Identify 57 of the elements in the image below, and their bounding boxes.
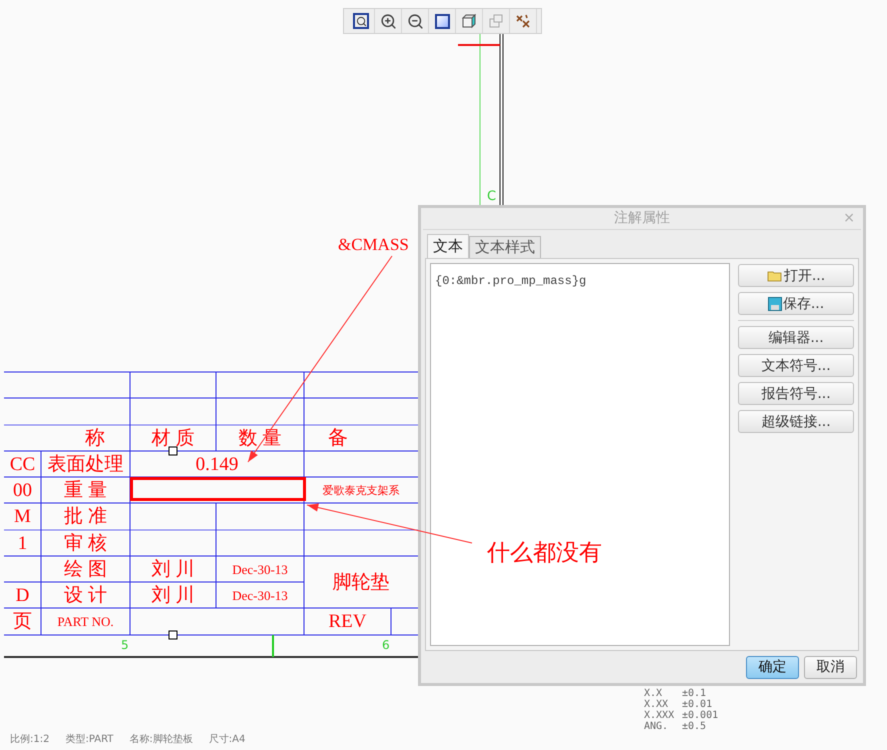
table-cell-text: 0.149 — [196, 454, 238, 474]
sheet-info-text: 尺寸:A4 — [208, 735, 246, 745]
selection-handle[interactable] — [168, 446, 178, 456]
tab[interactable]: 文本样式 — [469, 236, 541, 258]
tolerance-format: ANG. — [644, 721, 670, 732]
table-cell-text: 刘 川 — [152, 560, 194, 578]
table-cell-text: Dec-30-13 — [232, 562, 288, 576]
zone-label: 6 — [382, 639, 390, 651]
table-cell-text: CC — [10, 454, 36, 474]
folder-icon — [766, 269, 783, 282]
side-button[interactable]: 报告符号... — [738, 382, 854, 405]
dialog-button[interactable]: 取消 — [804, 656, 857, 678]
table-cell-text: 00 — [13, 480, 32, 500]
tolerance-format: X.XX — [644, 699, 670, 710]
table-cell-text: 重 量 — [64, 480, 107, 500]
sheet-info-text: 名称:脚轮垫板 — [129, 735, 193, 745]
table-cell-text: 材 质 — [152, 428, 194, 448]
table-cell-text: 数 量 — [238, 428, 282, 448]
table-cell-text: 爱歌泰克支架系 — [322, 484, 400, 496]
side-button[interactable]: 打开... — [738, 264, 854, 287]
table-cell-text: PART NO. — [57, 614, 114, 628]
dialog-title: 注解属性 — [614, 209, 670, 228]
table-cell-text: 刘 川 — [152, 586, 194, 604]
side-button[interactable]: 保存... — [738, 292, 854, 315]
tolerance-format: X.XXX — [644, 710, 676, 721]
zone-label: 5 — [121, 639, 129, 651]
tolerance-value: ±0.001 — [682, 710, 718, 721]
annotation-text: 什么都没有 — [487, 542, 602, 565]
annotation-text: &CMASS — [338, 236, 409, 253]
selection-handle[interactable] — [168, 630, 178, 640]
table-cell-text: REV — [328, 612, 366, 630]
tab[interactable]: 文本 — [427, 234, 469, 258]
table-cell-text: 审 核 — [64, 534, 107, 552]
text-area-value: {0:&mbr.pro_mp_mass}g — [435, 274, 586, 288]
table-cell-text: 设 计 — [64, 586, 107, 604]
table-cell-text: Dec-30-13 — [232, 588, 288, 602]
axis-label: C — [487, 190, 496, 203]
side-button[interactable]: 编辑器... — [738, 326, 854, 349]
tolerance-format: X.X — [644, 688, 664, 699]
table-cell-text: 批 准 — [64, 506, 107, 526]
table-cell-text: 1 — [18, 534, 28, 552]
table-cell-text: 绘 图 — [64, 560, 107, 578]
tolerance-value: ±0.1 — [682, 688, 706, 699]
table-cell-text: 备 — [328, 428, 348, 448]
dialog-button[interactable]: 确定 — [746, 656, 799, 678]
tolerance-value: ±0.5 — [682, 721, 706, 732]
table-cell-text: 表面处理 — [48, 454, 124, 474]
sheet-info-text: 类型:PART — [65, 735, 114, 745]
table-cell-text: D — [16, 586, 30, 604]
table-cell-text: 脚轮垫 — [332, 572, 390, 592]
table-cell-text: 页 — [13, 612, 32, 630]
table-cell-text: 称 — [85, 428, 105, 448]
tolerance-value: ±0.01 — [682, 699, 712, 710]
sheet-info-text: 比例:1:2 — [10, 735, 50, 745]
table-cell-text: M — [14, 506, 31, 526]
side-button[interactable]: 文本符号... — [738, 354, 854, 377]
side-button[interactable]: 超级链接... — [738, 410, 854, 433]
